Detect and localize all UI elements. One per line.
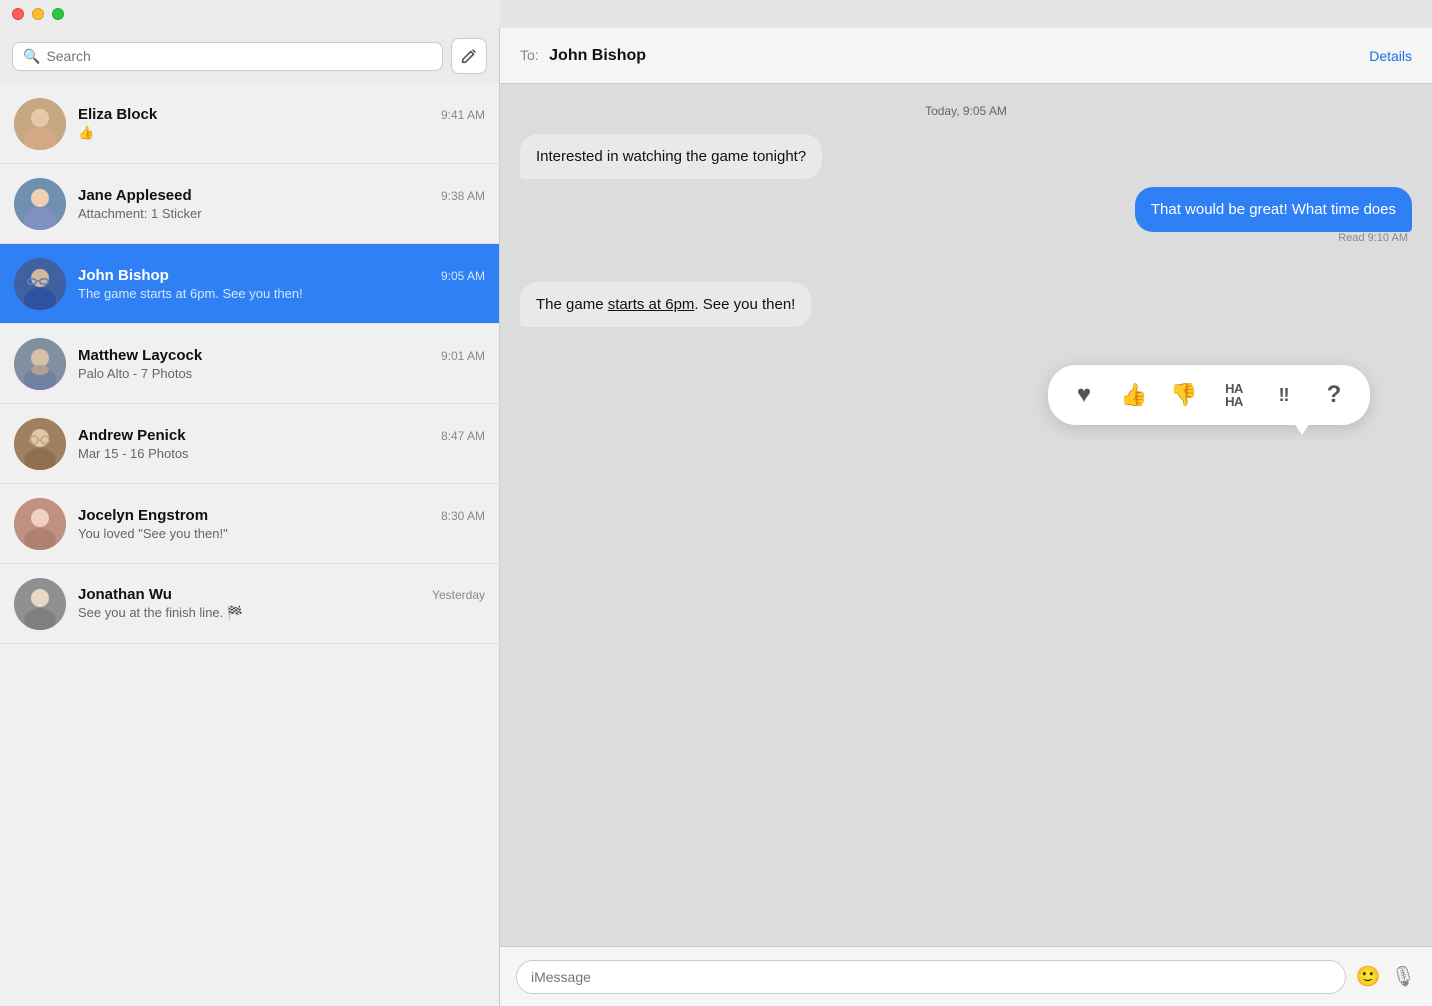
tapback-haha[interactable]: HAHA bbox=[1214, 375, 1254, 415]
conv-name-john: John Bishop bbox=[78, 267, 169, 284]
tapback-thumbsup[interactable]: 👍 bbox=[1114, 375, 1154, 415]
avatar-andrew bbox=[14, 418, 66, 470]
conversation-item-andrew[interactable]: Andrew Penick 8:47 AM Mar 15 - 16 Photos bbox=[0, 404, 499, 484]
conv-info-eliza: Eliza Block 9:41 AM 👍 bbox=[78, 106, 485, 141]
search-input[interactable] bbox=[46, 48, 432, 64]
conv-info-matthew: Matthew Laycock 9:01 AM Palo Alto - 7 Ph… bbox=[78, 347, 485, 381]
message-row-1: Interested in watching the game tonight? bbox=[520, 134, 1412, 179]
conv-name-andrew: Andrew Penick bbox=[78, 427, 186, 444]
conv-info-jocelyn: Jocelyn Engstrom 8:30 AM You loved "See … bbox=[78, 507, 485, 541]
conv-preview-andrew: Mar 15 - 16 Photos bbox=[78, 446, 485, 461]
bubble-1: Interested in watching the game tonight? bbox=[520, 134, 822, 179]
conv-info-jane: Jane Appleseed 9:38 AM Attachment: 1 Sti… bbox=[78, 187, 485, 221]
microphone-button[interactable]: 🎙 bbox=[1391, 964, 1416, 989]
message-timestamp: Today, 9:05 AM bbox=[520, 104, 1412, 118]
bubble-text-1: Interested in watching the game tonight? bbox=[536, 148, 806, 165]
conv-name-matthew: Matthew Laycock bbox=[78, 347, 202, 364]
conv-info-jonathan: Jonathan Wu Yesterday See you at the fin… bbox=[78, 586, 485, 621]
minimize-button[interactable] bbox=[32, 8, 44, 20]
conv-time-matthew: 9:01 AM bbox=[441, 349, 485, 363]
avatar-jane bbox=[14, 178, 66, 230]
conv-name-eliza: Eliza Block bbox=[78, 106, 157, 123]
conv-time-jocelyn: 8:30 AM bbox=[441, 509, 485, 523]
avatar-eliza bbox=[14, 98, 66, 150]
app-container: 🔍 bbox=[0, 28, 1432, 1006]
details-button[interactable]: Details bbox=[1369, 48, 1412, 64]
avatar-matthew bbox=[14, 338, 66, 390]
haha-icon: HAHA bbox=[1225, 382, 1243, 408]
conv-time-john: 9:05 AM bbox=[441, 269, 485, 283]
title-bar bbox=[0, 0, 500, 28]
to-label: To: bbox=[520, 47, 539, 63]
bubble-2: That would be great! What time does bbox=[1135, 187, 1412, 232]
avatar-jonathan bbox=[14, 578, 66, 630]
tapback-exclaim[interactable]: ‼ bbox=[1264, 375, 1304, 415]
chat-to-row: To: John Bishop bbox=[520, 47, 646, 65]
conv-preview-eliza: 👍 bbox=[78, 125, 485, 141]
sidebar-header: 🔍 bbox=[0, 28, 499, 84]
tapback-question[interactable]: ? bbox=[1314, 375, 1354, 415]
search-bar[interactable]: 🔍 bbox=[12, 42, 443, 71]
conv-name-jonathan: Jonathan Wu bbox=[78, 586, 172, 603]
message-row-3: The game starts at 6pm. See you then! bbox=[520, 282, 1412, 327]
tapback-thumbsdown[interactable]: 👎 bbox=[1164, 375, 1204, 415]
conv-info-john: John Bishop 9:05 AM The game starts at 6… bbox=[78, 267, 485, 301]
chat-pane: To: John Bishop Details Today, 9:05 AM I… bbox=[500, 28, 1432, 1006]
message-row-2: That would be great! What time does bbox=[1135, 187, 1412, 232]
chat-input-bar: 🙂 🎙 bbox=[500, 946, 1432, 1006]
message-input-wrap[interactable] bbox=[516, 960, 1346, 994]
conv-time-jane: 9:38 AM bbox=[441, 189, 485, 203]
bubble-text-underline: starts at 6pm bbox=[608, 296, 695, 313]
conv-time-andrew: 8:47 AM bbox=[441, 429, 485, 443]
conversation-item-jocelyn[interactable]: Jocelyn Engstrom 8:30 AM You loved "See … bbox=[0, 484, 499, 564]
search-icon: 🔍 bbox=[23, 48, 40, 65]
message-status-2: Read 9:10 AM bbox=[1338, 232, 1408, 244]
exclaim-icon: ‼ bbox=[1279, 385, 1290, 406]
conversation-item-jonathan[interactable]: Jonathan Wu Yesterday See you at the fin… bbox=[0, 564, 499, 644]
tapback-popup: ♥ 👍 👎 HAHA ‼ ? bbox=[1048, 365, 1370, 425]
conv-preview-matthew: Palo Alto - 7 Photos bbox=[78, 366, 485, 381]
conversation-item-eliza[interactable]: Eliza Block 9:41 AM 👍 bbox=[0, 84, 499, 164]
conversation-list: Eliza Block 9:41 AM 👍 Ja bbox=[0, 84, 499, 1006]
message-input[interactable] bbox=[531, 969, 1331, 985]
conversation-item-jane[interactable]: Jane Appleseed 9:38 AM Attachment: 1 Sti… bbox=[0, 164, 499, 244]
conv-name-jocelyn: Jocelyn Engstrom bbox=[78, 507, 208, 524]
maximize-button[interactable] bbox=[52, 8, 64, 20]
conv-preview-jane: Attachment: 1 Sticker bbox=[78, 206, 485, 221]
close-button[interactable] bbox=[12, 8, 24, 20]
conv-time-eliza: 9:41 AM bbox=[441, 108, 485, 122]
avatar-jocelyn bbox=[14, 498, 66, 550]
emoji-button[interactable]: 🙂 bbox=[1356, 964, 1381, 989]
conv-preview-jonathan: See you at the finish line. 🏁 bbox=[78, 605, 485, 621]
conv-name-jane: Jane Appleseed bbox=[78, 187, 192, 204]
conv-preview-jocelyn: You loved "See you then!" bbox=[78, 526, 485, 541]
compose-button[interactable] bbox=[451, 38, 487, 74]
bubble-3: The game starts at 6pm. See you then! bbox=[520, 282, 811, 327]
sidebar: 🔍 bbox=[0, 28, 500, 1006]
conv-time-jonathan: Yesterday bbox=[432, 588, 485, 602]
bubble-text-2: That would be great! What time does bbox=[1151, 201, 1396, 218]
conversation-item-john[interactable]: John Bishop 9:05 AM The game starts at 6… bbox=[0, 244, 499, 324]
chat-header: To: John Bishop Details bbox=[500, 28, 1432, 84]
conv-preview-john: The game starts at 6pm. See you then! bbox=[78, 286, 485, 301]
tapback-heart[interactable]: ♥ bbox=[1064, 375, 1104, 415]
avatar-john bbox=[14, 258, 66, 310]
conversation-item-matthew[interactable]: Matthew Laycock 9:01 AM Palo Alto - 7 Ph… bbox=[0, 324, 499, 404]
messages-area: Today, 9:05 AM Interested in watching th… bbox=[500, 84, 1432, 946]
chat-recipient-name: John Bishop bbox=[549, 47, 646, 64]
conv-info-andrew: Andrew Penick 8:47 AM Mar 15 - 16 Photos bbox=[78, 427, 485, 461]
